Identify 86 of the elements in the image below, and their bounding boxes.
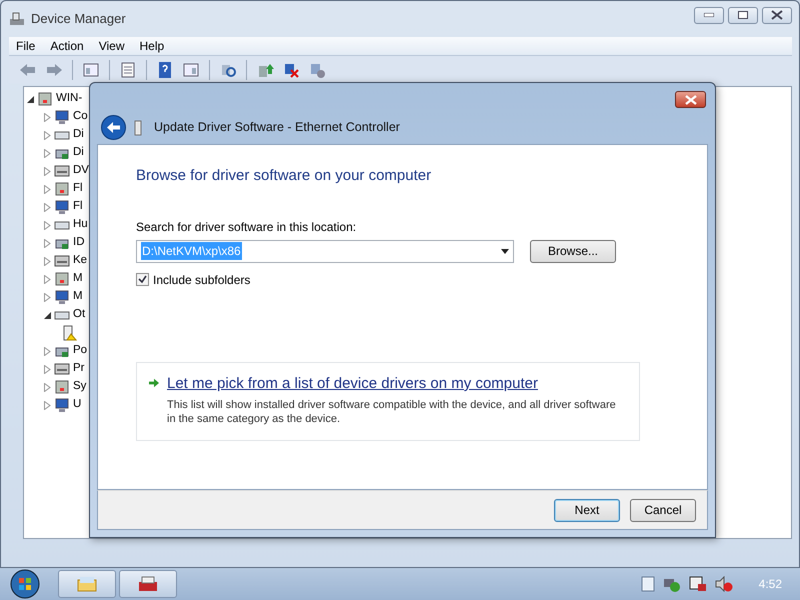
browse-button[interactable]: Browse... xyxy=(530,240,616,262)
tree-item[interactable]: U xyxy=(73,396,82,414)
network-adapter-icon xyxy=(134,120,142,136)
properties-icon[interactable] xyxy=(119,60,137,78)
device-icon xyxy=(54,253,70,269)
console-tree-icon[interactable] xyxy=(82,60,100,78)
expand-arrow-icon[interactable] xyxy=(44,364,51,374)
device-icon xyxy=(54,163,70,179)
location-label: Search for driver software in this location: xyxy=(136,218,358,236)
tree-item[interactable]: Di xyxy=(73,126,84,144)
device-icon xyxy=(54,199,70,215)
menu-item[interactable]: File xyxy=(9,37,44,55)
device-icon xyxy=(54,181,70,197)
minimize-button[interactable] xyxy=(694,6,724,24)
expand-arrow-icon[interactable] xyxy=(44,166,51,176)
tree-item[interactable]: Pr xyxy=(73,360,84,378)
document-icon xyxy=(640,576,655,592)
tree-item[interactable]: DV xyxy=(73,162,89,180)
option-description: This list will show installed driver software compatible with the device, and all driver software in the same category as the device. xyxy=(167,398,617,428)
back-button[interactable] xyxy=(101,115,126,140)
tree-item[interactable]: Fl xyxy=(73,198,83,216)
close-button[interactable] xyxy=(762,6,792,24)
tree-item[interactable]: Sy xyxy=(73,378,86,396)
collapse-arrow-icon[interactable] xyxy=(27,96,34,102)
tree-item[interactable]: Hu xyxy=(73,216,88,234)
device-icon xyxy=(54,361,70,377)
checkbox[interactable] xyxy=(136,273,149,286)
expand-arrow-icon[interactable] xyxy=(44,400,51,410)
tree-item[interactable]: Di xyxy=(73,144,84,162)
menu-item[interactable]: Help xyxy=(132,37,172,55)
close-button[interactable] xyxy=(675,91,706,108)
tree-item[interactable]: Po xyxy=(73,342,88,360)
expand-arrow-icon[interactable] xyxy=(44,220,51,230)
speaker-muted-icon xyxy=(714,576,733,592)
device-icon xyxy=(54,379,70,395)
network-error-icon xyxy=(688,576,707,592)
tree-item[interactable]: M xyxy=(73,288,83,306)
dialog-button[interactable]: Next xyxy=(554,498,620,522)
tree-item[interactable]: Ke xyxy=(73,252,88,270)
device-icon xyxy=(54,397,70,413)
device-icon xyxy=(54,271,70,287)
arrow-icon xyxy=(149,377,159,389)
minimize-icon xyxy=(704,13,714,17)
window-title: Device Manager xyxy=(31,10,126,28)
device-icon xyxy=(54,289,70,305)
dropdown-arrow-icon xyxy=(501,248,509,254)
expand-arrow-icon[interactable] xyxy=(44,184,51,194)
tree-item[interactable]: M xyxy=(73,270,83,288)
menu-item[interactable]: Action xyxy=(43,37,92,55)
maximize-icon xyxy=(738,11,748,19)
location-value: D:\NetKVM\xp\x86 xyxy=(141,242,242,260)
tree-item[interactable]: Co xyxy=(73,108,88,126)
maximize-button[interactable] xyxy=(728,6,758,24)
collapse-arrow-icon[interactable] xyxy=(44,312,51,318)
expand-arrow-icon[interactable] xyxy=(44,382,51,392)
toolbox-icon xyxy=(138,576,158,592)
expand-arrow-icon[interactable] xyxy=(44,238,51,248)
dialog-heading: Browse for driver software on your computer xyxy=(136,166,432,186)
expand-arrow-icon[interactable] xyxy=(44,202,51,212)
dialog-button[interactable]: Cancel xyxy=(630,498,696,522)
expand-arrow-icon[interactable] xyxy=(44,274,51,284)
network-check-icon xyxy=(662,576,681,592)
expand-arrow-icon[interactable] xyxy=(44,256,51,266)
folder-icon xyxy=(77,576,97,592)
expand-arrow-icon[interactable] xyxy=(44,130,51,140)
tree-item[interactable]: Fl xyxy=(73,180,83,198)
device-manager-icon xyxy=(9,11,25,27)
device-icon xyxy=(54,109,70,125)
checkbox-label: Include subfolders xyxy=(153,272,250,288)
tree-item[interactable]: WIN- xyxy=(56,90,82,108)
tree-item[interactable]: ID xyxy=(73,234,84,252)
clock: 4:52 xyxy=(758,576,782,593)
expand-arrow-icon[interactable] xyxy=(44,148,51,158)
menu-item[interactable]: View xyxy=(92,37,132,55)
option-link[interactable]: Let me pick from a list of device drivers on my computer xyxy=(167,373,627,396)
tree-item[interactable]: Ot xyxy=(73,306,86,324)
close-icon xyxy=(684,94,696,104)
help-icon[interactable] xyxy=(156,60,174,78)
dialog-title: Update Driver Software - Ethernet Controller xyxy=(154,119,400,136)
expand-arrow-icon[interactable] xyxy=(44,346,51,356)
expand-arrow-icon[interactable] xyxy=(44,292,51,302)
close-icon xyxy=(771,10,783,20)
expand-arrow-icon[interactable] xyxy=(44,112,51,122)
action-pane-icon[interactable] xyxy=(182,60,200,78)
device-icon xyxy=(37,91,53,107)
start-button[interactable] xyxy=(8,569,42,599)
